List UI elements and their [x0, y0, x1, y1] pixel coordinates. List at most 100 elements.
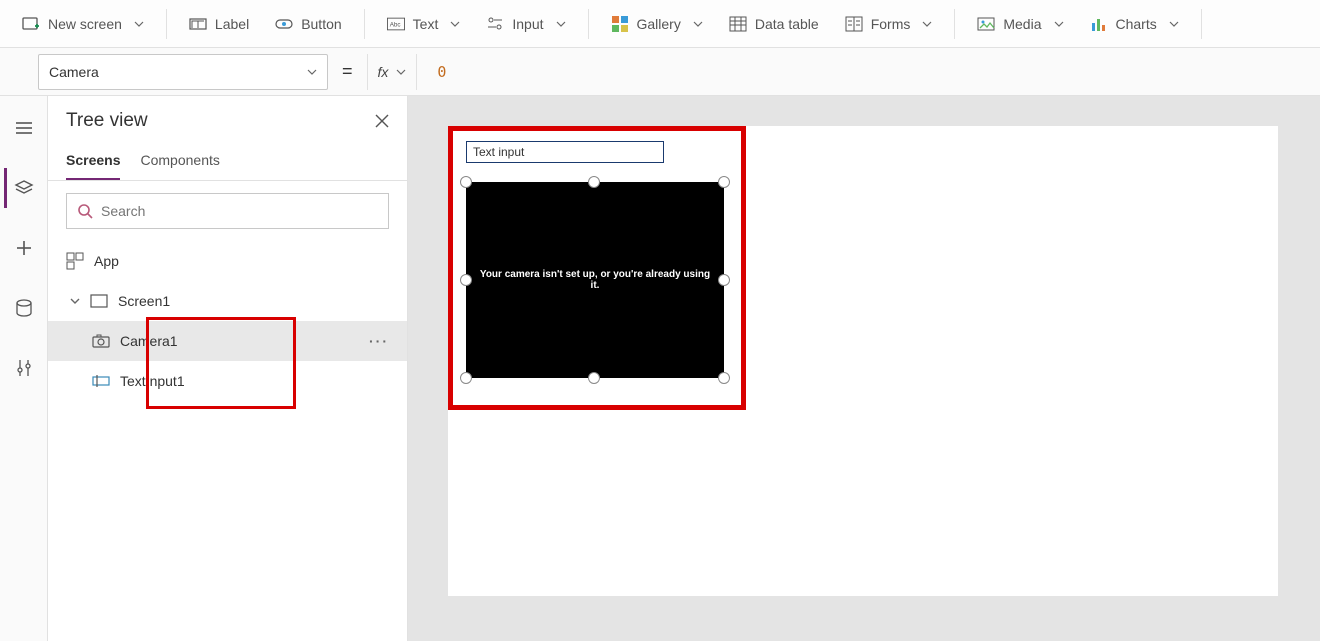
rail-insert[interactable] — [4, 228, 44, 268]
screen-plus-icon — [22, 15, 40, 33]
charts-dropdown[interactable]: Charts — [1080, 6, 1189, 42]
selection-handle-nw[interactable] — [460, 176, 472, 188]
selection-handle-ne[interactable] — [718, 176, 730, 188]
chevron-down-icon — [396, 67, 406, 77]
camera-error-message: Your camera isn't set up, or you're alre… — [478, 269, 712, 291]
label-button[interactable]: Label — [179, 6, 259, 42]
label-icon — [189, 15, 207, 33]
input-dropdown-label: Input — [512, 16, 543, 32]
property-selector[interactable]: Camera — [38, 54, 328, 90]
canvas-area[interactable]: Text input Your camera isn't set up, or … — [408, 96, 1320, 641]
tree-search[interactable] — [66, 193, 389, 229]
button-button-label: Button — [301, 16, 341, 32]
left-rail — [0, 96, 48, 641]
input-dropdown[interactable]: Input — [476, 6, 575, 42]
media-dropdown-label: Media — [1003, 16, 1041, 32]
tree-node-label: TextInput1 — [120, 373, 185, 389]
gallery-dropdown-label: Gallery — [637, 16, 681, 32]
property-selector-value: Camera — [49, 64, 99, 80]
separator — [364, 9, 365, 39]
new-screen-button[interactable]: New screen — [12, 6, 154, 42]
media-icon — [977, 15, 995, 33]
data-table-icon — [729, 15, 747, 33]
formula-input[interactable] — [427, 54, 1320, 90]
tree-node-more-button[interactable]: ··· — [369, 333, 389, 349]
new-screen-label: New screen — [48, 16, 122, 32]
app-icon — [66, 252, 84, 270]
rail-treeview[interactable] — [4, 168, 44, 208]
media-dropdown[interactable]: Media — [967, 6, 1073, 42]
rail-hamburger[interactable] — [4, 108, 44, 148]
gallery-icon — [611, 15, 629, 33]
tree-node-textinput1[interactable]: TextInput1 — [48, 361, 407, 401]
selection-handle-e[interactable] — [718, 274, 730, 286]
database-icon — [14, 298, 34, 318]
selection-handle-s[interactable] — [588, 372, 600, 384]
fx-label: fx — [378, 64, 389, 80]
rail-data[interactable] — [4, 288, 44, 328]
canvas-textinput-placeholder: Text input — [473, 145, 524, 159]
forms-dropdown-label: Forms — [871, 16, 911, 32]
tree-node-label: Camera1 — [120, 333, 178, 349]
textinput-icon — [92, 372, 110, 390]
separator — [1201, 9, 1202, 39]
input-icon — [486, 15, 504, 33]
tree-view-panel: Tree view Screens Components App Screen1 — [48, 96, 408, 641]
button-button[interactable]: Button — [265, 6, 351, 42]
separator — [954, 9, 955, 39]
canvas-screen[interactable]: Text input Your camera isn't set up, or … — [448, 126, 1278, 596]
workspace: Tree view Screens Components App Screen1 — [0, 96, 1320, 641]
separator — [588, 9, 589, 39]
chevron-down-icon — [450, 19, 460, 29]
layers-icon — [14, 178, 34, 198]
tree-node-camera1[interactable]: Camera1 ··· — [48, 321, 407, 361]
chevron-down-icon — [693, 19, 703, 29]
selection-handle-se[interactable] — [718, 372, 730, 384]
gallery-dropdown[interactable]: Gallery — [601, 6, 713, 42]
equals-sign: = — [338, 61, 357, 82]
text-dropdown-label: Text — [413, 16, 439, 32]
chevron-down-icon — [307, 67, 317, 77]
close-tree-button[interactable] — [375, 114, 389, 128]
tree-node-label: Screen1 — [118, 293, 170, 309]
separator — [166, 9, 167, 39]
label-button-label: Label — [215, 16, 249, 32]
plus-icon — [14, 238, 34, 258]
close-icon — [375, 114, 389, 128]
canvas-textinput-control[interactable]: Text input — [466, 141, 664, 163]
button-icon — [275, 15, 293, 33]
canvas-camera-control[interactable]: Your camera isn't set up, or you're alre… — [466, 182, 724, 378]
tools-icon — [14, 358, 34, 378]
screen-icon — [90, 292, 108, 310]
rail-tools[interactable] — [4, 348, 44, 388]
search-icon — [77, 203, 93, 219]
chevron-down-icon — [1054, 19, 1064, 29]
forms-dropdown[interactable]: Forms — [835, 6, 943, 42]
charts-icon — [1090, 15, 1108, 33]
chevron-down-icon — [556, 19, 566, 29]
chevron-down-icon — [922, 19, 932, 29]
tree-view-title: Tree view — [66, 110, 148, 132]
selection-handle-n[interactable] — [588, 176, 600, 188]
chevron-down-icon — [70, 296, 80, 306]
chevron-down-icon — [1169, 19, 1179, 29]
tree-tabs: Screens Components — [48, 140, 407, 181]
selection-handle-sw[interactable] — [460, 372, 472, 384]
fx-button[interactable]: fx — [367, 54, 418, 90]
tree-node-screen1[interactable]: Screen1 — [48, 281, 407, 321]
formula-bar: Camera = fx — [0, 48, 1320, 96]
tab-components[interactable]: Components — [140, 146, 219, 180]
data-table-label: Data table — [755, 16, 819, 32]
forms-icon — [845, 15, 863, 33]
tree-search-input[interactable] — [101, 203, 378, 219]
charts-dropdown-label: Charts — [1116, 16, 1157, 32]
text-dropdown[interactable]: Abc Text — [377, 6, 471, 42]
camera-icon — [92, 332, 110, 350]
tab-screens[interactable]: Screens — [66, 146, 120, 180]
data-table-button[interactable]: Data table — [719, 6, 829, 42]
tree-node-app[interactable]: App — [48, 241, 407, 281]
selection-handle-w[interactable] — [460, 274, 472, 286]
text-icon: Abc — [387, 15, 405, 33]
chevron-down-icon — [134, 19, 144, 29]
tree-node-label: App — [94, 253, 119, 269]
